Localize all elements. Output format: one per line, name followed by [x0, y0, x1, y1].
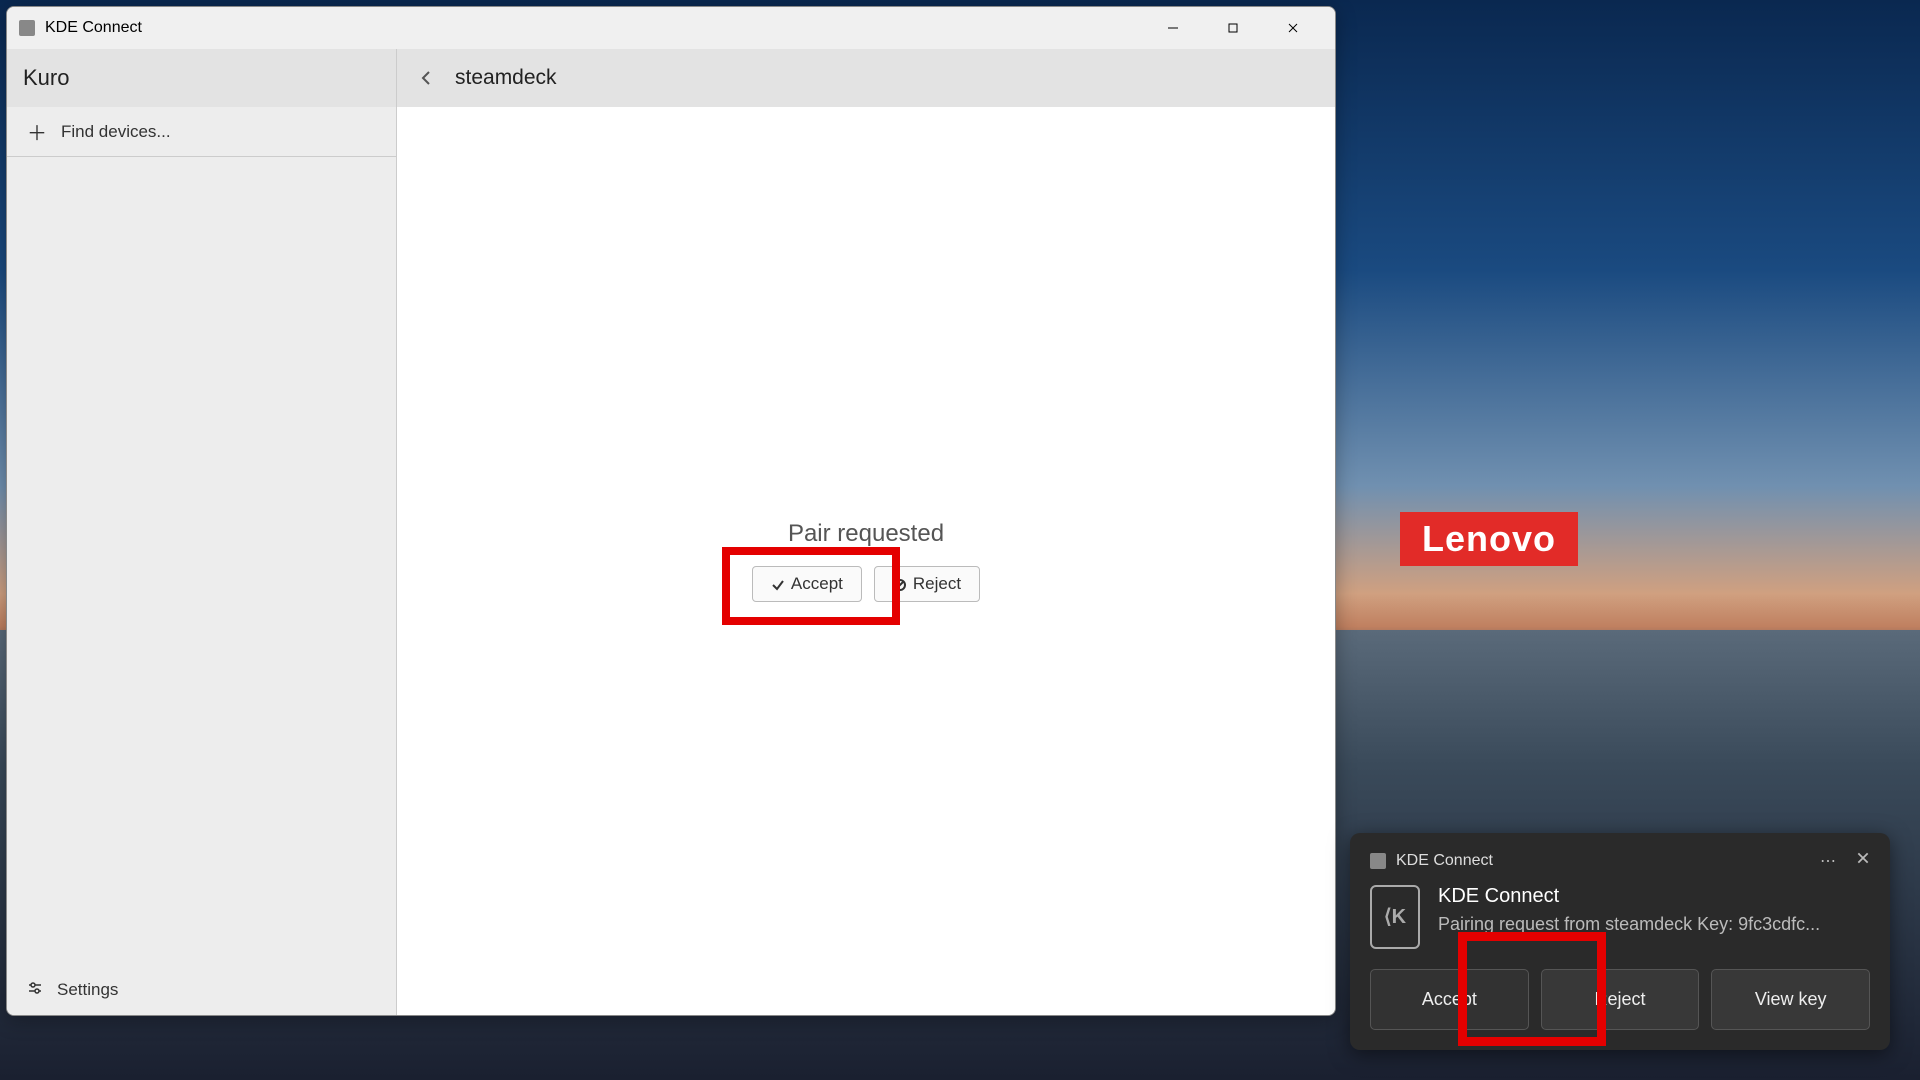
back-button[interactable] [411, 63, 441, 93]
content-body: Pair requested Accept Reject [397, 107, 1335, 1015]
notification-body: ⟨K KDE Connect Pairing request from stea… [1370, 885, 1870, 949]
close-button[interactable] [1263, 7, 1323, 49]
lenovo-logo: Lenovo [1400, 512, 1578, 566]
window-title: KDE Connect [45, 19, 142, 37]
plus-icon: ＋ [27, 117, 47, 146]
notification-header-right: ⋯ [1820, 851, 1870, 871]
accept-label: Accept [791, 574, 843, 594]
notification-message: Pairing request from steamdeck Key: 9fc3… [1438, 912, 1870, 937]
settings-icon [27, 980, 43, 1001]
notification-icon: ⟨K [1370, 885, 1420, 949]
notification-reject-button[interactable]: Reject [1541, 969, 1700, 1030]
titlebar[interactable]: KDE Connect [7, 7, 1335, 49]
minimize-button[interactable] [1143, 7, 1203, 49]
window-controls [1143, 7, 1323, 49]
check-icon [771, 577, 785, 591]
notification-toast: KDE Connect ⋯ ⟨K KDE Connect Pairing req… [1350, 833, 1890, 1050]
sidebar: Kuro ＋ Find devices... Settings [7, 49, 397, 1015]
content-pane: steamdeck Pair requested Accept [397, 49, 1335, 1015]
notification-text-column: KDE Connect Pairing request from steamde… [1438, 885, 1870, 949]
content-header: steamdeck [397, 49, 1335, 107]
app-icon [19, 20, 35, 36]
window-body: Kuro ＋ Find devices... Settings steamdec… [7, 49, 1335, 1015]
notification-icon-glyph: ⟨K [1384, 904, 1406, 929]
host-name-label: Kuro [7, 49, 396, 107]
pair-buttons-row: Accept Reject [752, 566, 980, 602]
cancel-icon [893, 577, 907, 591]
pair-requested-title: Pair requested [788, 520, 944, 548]
notification-more-button[interactable]: ⋯ [1820, 851, 1836, 871]
titlebar-left-group: KDE Connect [19, 19, 142, 37]
notification-buttons-row: Accept Reject View key [1370, 969, 1870, 1030]
notification-close-button[interactable] [1856, 851, 1870, 870]
reject-label: Reject [913, 574, 961, 594]
find-devices-label: Find devices... [61, 122, 171, 142]
accept-button[interactable]: Accept [752, 566, 862, 602]
settings-label: Settings [57, 980, 118, 1000]
find-devices-button[interactable]: ＋ Find devices... [7, 107, 396, 157]
maximize-button[interactable] [1203, 7, 1263, 49]
notification-title: KDE Connect [1438, 885, 1870, 908]
sidebar-spacer [7, 157, 396, 965]
notification-header: KDE Connect ⋯ [1370, 851, 1870, 871]
notification-header-left: KDE Connect [1370, 852, 1493, 870]
reject-button[interactable]: Reject [874, 566, 980, 602]
notification-app-name: KDE Connect [1396, 852, 1493, 870]
notification-view-key-button[interactable]: View key [1711, 969, 1870, 1030]
kde-connect-window: KDE Connect Kuro ＋ Find devices... [6, 6, 1336, 1016]
settings-button[interactable]: Settings [7, 965, 396, 1015]
device-name-label: steamdeck [455, 66, 557, 90]
notification-app-icon [1370, 853, 1386, 869]
notification-accept-button[interactable]: Accept [1370, 969, 1529, 1030]
